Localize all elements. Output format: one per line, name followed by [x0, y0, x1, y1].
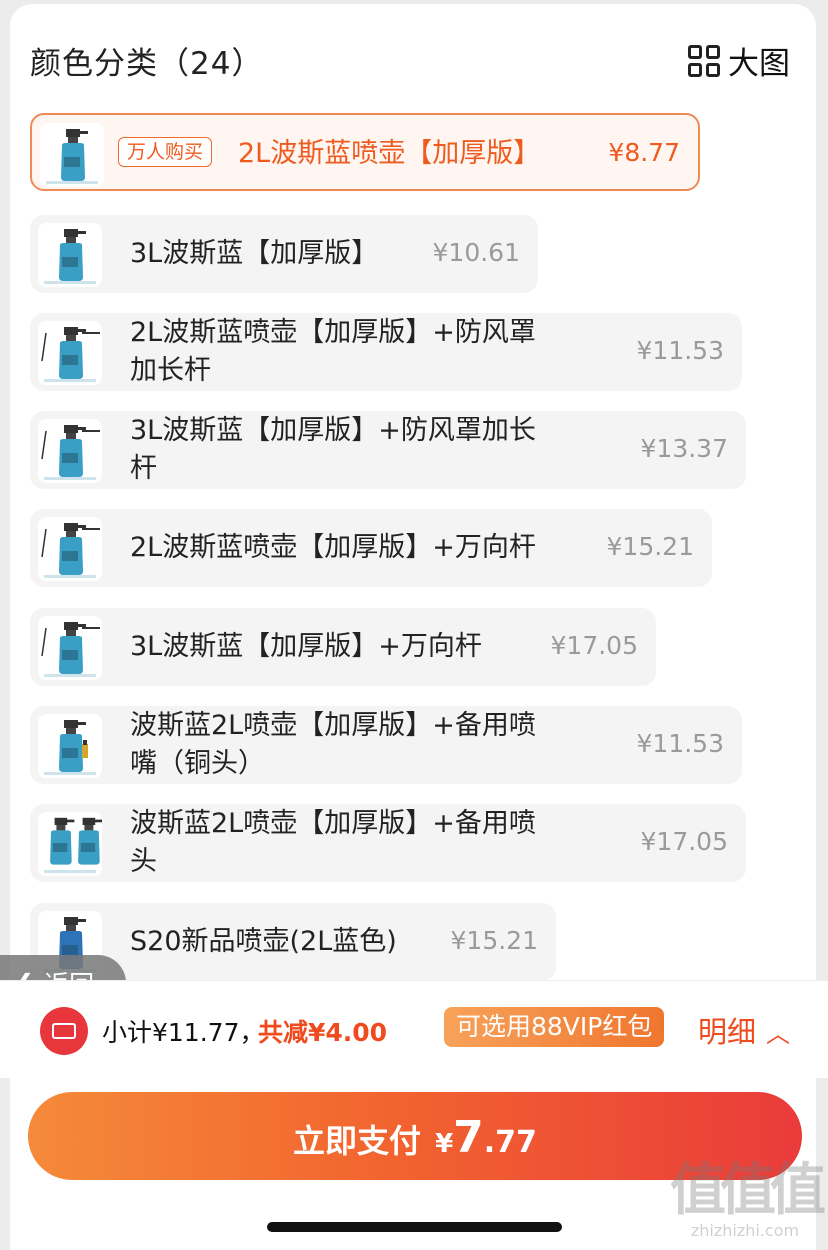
- sku-option-name-line: 3L波斯蓝【加厚版】+万向杆: [130, 631, 482, 662]
- pay-label: 立即支付: [293, 1122, 422, 1160]
- saving-text: 共减¥4.00: [258, 1018, 388, 1047]
- sku-option-price: ¥8.77: [608, 138, 680, 167]
- pay-currency: ¥: [435, 1129, 454, 1159]
- sku-option-name: 2L波斯蓝喷壶【加厚版】+万向杆: [130, 529, 536, 567]
- sku-option-name-line: 杆: [130, 453, 157, 484]
- coupon-icon: [40, 1007, 88, 1055]
- sku-option[interactable]: 3L波斯蓝【加厚版】+防风罩加长杆 ¥13.37: [30, 411, 746, 489]
- sku-option[interactable]: 3L波斯蓝【加厚版】+万向杆 ¥17.05: [30, 608, 656, 686]
- bestseller-badge: 万人购买: [118, 137, 213, 167]
- sku-option-price: ¥11.53: [636, 336, 724, 365]
- sku-option-name: 3L波斯蓝【加厚版】: [130, 235, 378, 273]
- sku-header: 颜色分类（24） 大图: [30, 38, 790, 82]
- chevron-up-icon: ︿: [766, 1020, 791, 1048]
- grid-view-icon: [688, 44, 720, 77]
- sku-option-name-line: 3L波斯蓝【加厚版】: [130, 238, 379, 269]
- sku-option-name-line: 2L波斯蓝喷壶【加厚版】: [238, 138, 541, 169]
- sku-thumbnail[interactable]: [38, 517, 102, 581]
- sku-option[interactable]: 波斯蓝2L喷壶【加厚版】+备用喷头 ¥17.05: [30, 804, 746, 882]
- sku-option[interactable]: 波斯蓝2L喷壶【加厚版】+备用喷 嘴（铜头） ¥11.53: [30, 706, 742, 784]
- sku-option-name-line: 波斯蓝2L喷壶【加厚版】+备用喷: [130, 808, 536, 839]
- sku-option[interactable]: 3L波斯蓝【加厚版】 ¥10.61: [30, 215, 538, 293]
- sku-option-name-line: S20新品喷壶(2L蓝色): [130, 926, 397, 957]
- sku-thumbnail[interactable]: [38, 714, 102, 778]
- sku-option-name: 2L波斯蓝喷壶【加厚版】+防风罩 加长杆: [130, 314, 536, 390]
- sku-option-name: 波斯蓝2L喷壶【加厚版】+备用喷头: [130, 805, 536, 881]
- sku-option-name-line: 加长杆: [130, 355, 211, 386]
- sku-thumbnail[interactable]: [38, 321, 102, 385]
- sku-option-price: ¥17.05: [550, 631, 638, 660]
- sku-option-price: ¥10.61: [432, 238, 520, 267]
- sku-option-price: ¥15.21: [606, 532, 694, 561]
- big-view-toggle[interactable]: 大图: [688, 38, 790, 83]
- home-indicator: [267, 1222, 562, 1232]
- sku-option-name-line: 3L波斯蓝【加厚版】+防风罩加长: [130, 415, 536, 446]
- big-view-label: 大图: [728, 46, 790, 82]
- sku-option-price: ¥13.37: [640, 434, 728, 463]
- sku-thumbnail[interactable]: [38, 616, 102, 680]
- subtotal-text: 小计¥11.77，: [102, 1018, 265, 1047]
- sku-thumbnail[interactable]: [38, 812, 102, 876]
- watermark-url: zhizhizhi.com: [690, 1221, 800, 1240]
- price-summary-bar: 小计¥11.77， 共减¥4.00 可选用88VIP红包 明细 ︿: [0, 980, 828, 1078]
- sku-option-name-line: 2L波斯蓝喷壶【加厚版】+防风罩: [130, 317, 536, 348]
- sku-option-name: 波斯蓝2L喷壶【加厚版】+备用喷 嘴（铜头）: [130, 707, 536, 783]
- detail-toggle[interactable]: 明细 ︿: [698, 1009, 790, 1051]
- sku-option-name: 3L波斯蓝【加厚版】+万向杆: [130, 628, 482, 666]
- sku-option-price: ¥17.05: [640, 827, 728, 856]
- sku-option[interactable]: 万人购买 2L波斯蓝喷壶【加厚版】 ¥8.77: [30, 113, 700, 191]
- pay-amount-decimal: .77: [483, 1125, 537, 1160]
- watermark-logo: 值值值: [670, 1158, 826, 1223]
- sku-option-name-line: 2L波斯蓝喷壶【加厚版】+万向杆: [130, 532, 536, 563]
- vip-redpacket-badge[interactable]: 可选用88VIP红包: [444, 1007, 665, 1047]
- sku-thumbnail[interactable]: [38, 223, 102, 287]
- detail-label: 明细: [698, 1015, 757, 1049]
- sku-option-name-line: 嘴（铜头）: [130, 748, 265, 779]
- site-watermark: 值值值 zhizhizhi.com: [670, 1158, 826, 1250]
- sku-option-name: 3L波斯蓝【加厚版】+防风罩加长杆: [130, 412, 536, 488]
- sku-option-name: S20新品喷壶(2L蓝色): [130, 923, 397, 961]
- sku-option-name: 2L波斯蓝喷壶【加厚版】: [238, 135, 540, 173]
- sku-option[interactable]: 2L波斯蓝喷壶【加厚版】+防风罩 加长杆 ¥11.53: [30, 313, 742, 391]
- sku-option-price: ¥11.53: [636, 729, 724, 758]
- sku-thumbnail[interactable]: [38, 419, 102, 483]
- sku-option-name-line: 波斯蓝2L喷壶【加厚版】+备用喷: [130, 710, 536, 741]
- sku-option-price: ¥15.21: [450, 926, 538, 955]
- pay-amount-integer: 7: [453, 1112, 484, 1163]
- color-category-title: 颜色分类（24）: [30, 46, 264, 82]
- sku-thumbnail[interactable]: [40, 123, 104, 187]
- sku-option-name-line: 头: [130, 846, 157, 877]
- sku-option[interactable]: 2L波斯蓝喷壶【加厚版】+万向杆 ¥15.21: [30, 509, 712, 587]
